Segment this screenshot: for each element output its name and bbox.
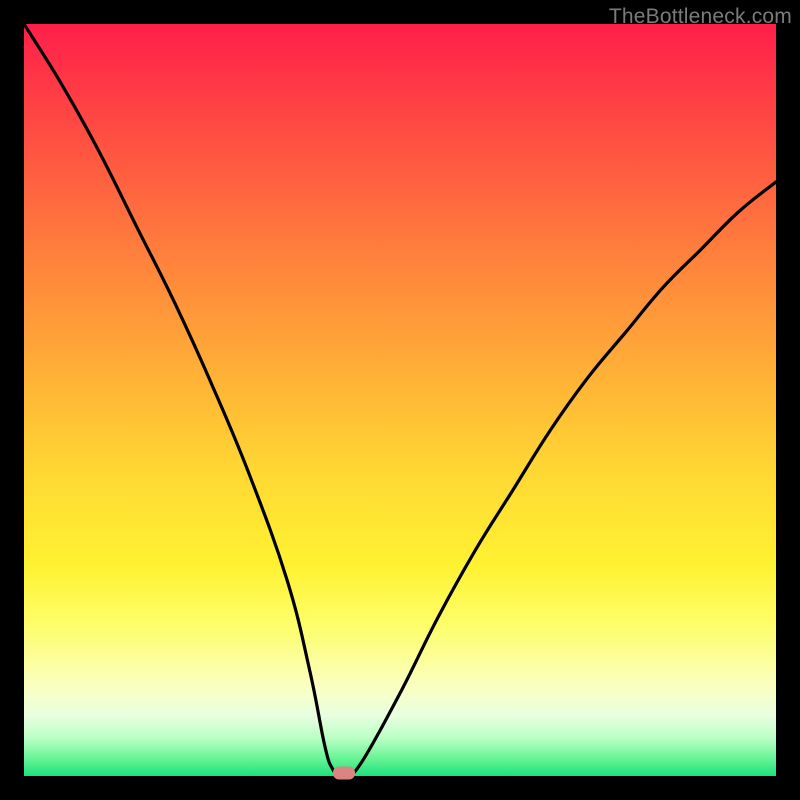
optimal-marker bbox=[333, 767, 355, 780]
plot-area bbox=[24, 24, 776, 776]
watermark-label: TheBottleneck.com bbox=[609, 5, 792, 29]
